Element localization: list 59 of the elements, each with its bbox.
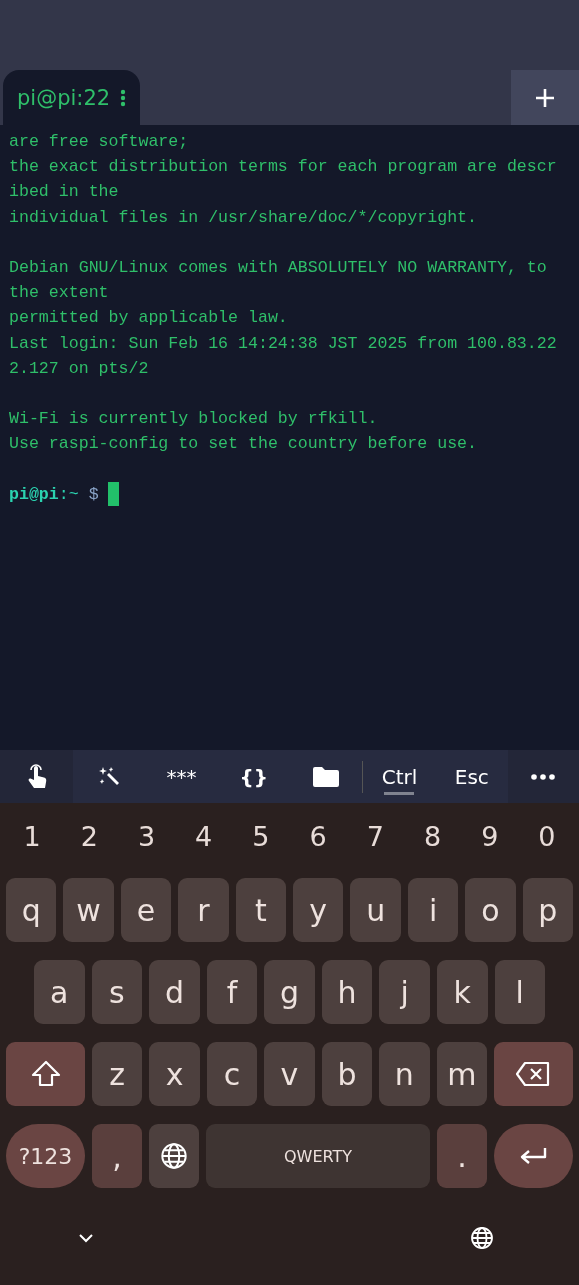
letter-key[interactable]: l [494, 960, 546, 1024]
letter-key[interactable]: f [206, 960, 258, 1024]
letter-key[interactable]: e [120, 878, 172, 942]
symbols-key[interactable]: ?123 [6, 1124, 85, 1188]
key-button[interactable]: *** [145, 750, 218, 803]
letter-key[interactable]: s [91, 960, 143, 1024]
letter-key[interactable]: t [235, 878, 287, 942]
letter-key[interactable]: k [436, 960, 488, 1024]
letter-key[interactable]: j [379, 960, 430, 1024]
prompt-symbol: $ [88, 483, 99, 506]
letter-key[interactable]: a [34, 960, 85, 1024]
space-key[interactable]: QWERTY [206, 1124, 430, 1188]
letter-key[interactable]: g [264, 960, 315, 1024]
key-button[interactable]: Esc [435, 750, 508, 803]
key-button[interactable]: Ctrl [363, 750, 436, 803]
prompt-user: pi@pi [9, 483, 59, 506]
period-key[interactable]: . [437, 1124, 487, 1188]
number-key[interactable]: 2 [64, 813, 115, 859]
number-key[interactable]: 7 [350, 813, 401, 859]
key-button[interactable]: {} [217, 750, 290, 803]
terminal-line: individual files in /usr/share/doc/*/copyright. [9, 206, 479, 229]
terminal-line: 2.127 on pts/2 [9, 357, 150, 380]
letter-key[interactable]: m [436, 1042, 487, 1106]
terminal-line: are free software; [9, 131, 190, 153]
letter-key[interactable]: x [149, 1042, 200, 1106]
comma-key[interactable]: , [92, 1124, 142, 1188]
letter-key[interactable]: q [6, 878, 57, 942]
letter-key[interactable]: b [321, 1042, 373, 1106]
terminal-line: Debian GNU/Linux comes with ABSOLUTELY NO WARRANTY, to [9, 257, 548, 279]
letter-key[interactable]: c [206, 1042, 258, 1106]
letter-key[interactable]: u [350, 878, 401, 942]
letter-key[interactable]: d [149, 960, 200, 1024]
number-key[interactable]: 3 [121, 813, 172, 859]
number-key[interactable]: 5 [235, 813, 286, 859]
terminal-line: ibed in the [9, 181, 120, 204]
number-key[interactable]: 4 [178, 813, 229, 859]
terminal-line: Use raspi-config to set the country before use. [9, 433, 479, 456]
prompt-path: :~ [58, 483, 79, 506]
letter-key[interactable]: h [321, 960, 373, 1024]
letter-key[interactable]: r [178, 878, 229, 942]
letter-key[interactable]: y [293, 878, 344, 942]
number-key[interactable]: 1 [7, 813, 58, 859]
terminal-line: Wi-Fi is currently blocked by rfkill. [9, 408, 379, 431]
number-key[interactable]: 6 [293, 813, 344, 859]
terminal-line: permitted by applicable law. [9, 307, 289, 330]
terminal-tab[interactable]: pi@pi:22 [3, 70, 141, 125]
number-key[interactable]: 0 [521, 813, 573, 859]
number-key[interactable]: 8 [407, 813, 458, 859]
letter-key[interactable]: z [92, 1042, 143, 1106]
letter-key[interactable]: n [379, 1042, 430, 1106]
terminal-line: Last login: Sun Feb 16 14:24:38 JST 2025 from 100.83.22 [9, 332, 558, 355]
letter-key[interactable]: p [522, 878, 574, 942]
letter-key[interactable]: v [264, 1042, 315, 1106]
terminal-line: the exact distribution terms for each program are descr [9, 156, 558, 179]
terminal-line: the extent [9, 282, 110, 305]
letter-key[interactable]: i [407, 878, 459, 942]
letter-key[interactable]: w [63, 878, 114, 942]
number-key[interactable]: 9 [464, 813, 515, 859]
letter-key[interactable]: o [465, 878, 516, 942]
